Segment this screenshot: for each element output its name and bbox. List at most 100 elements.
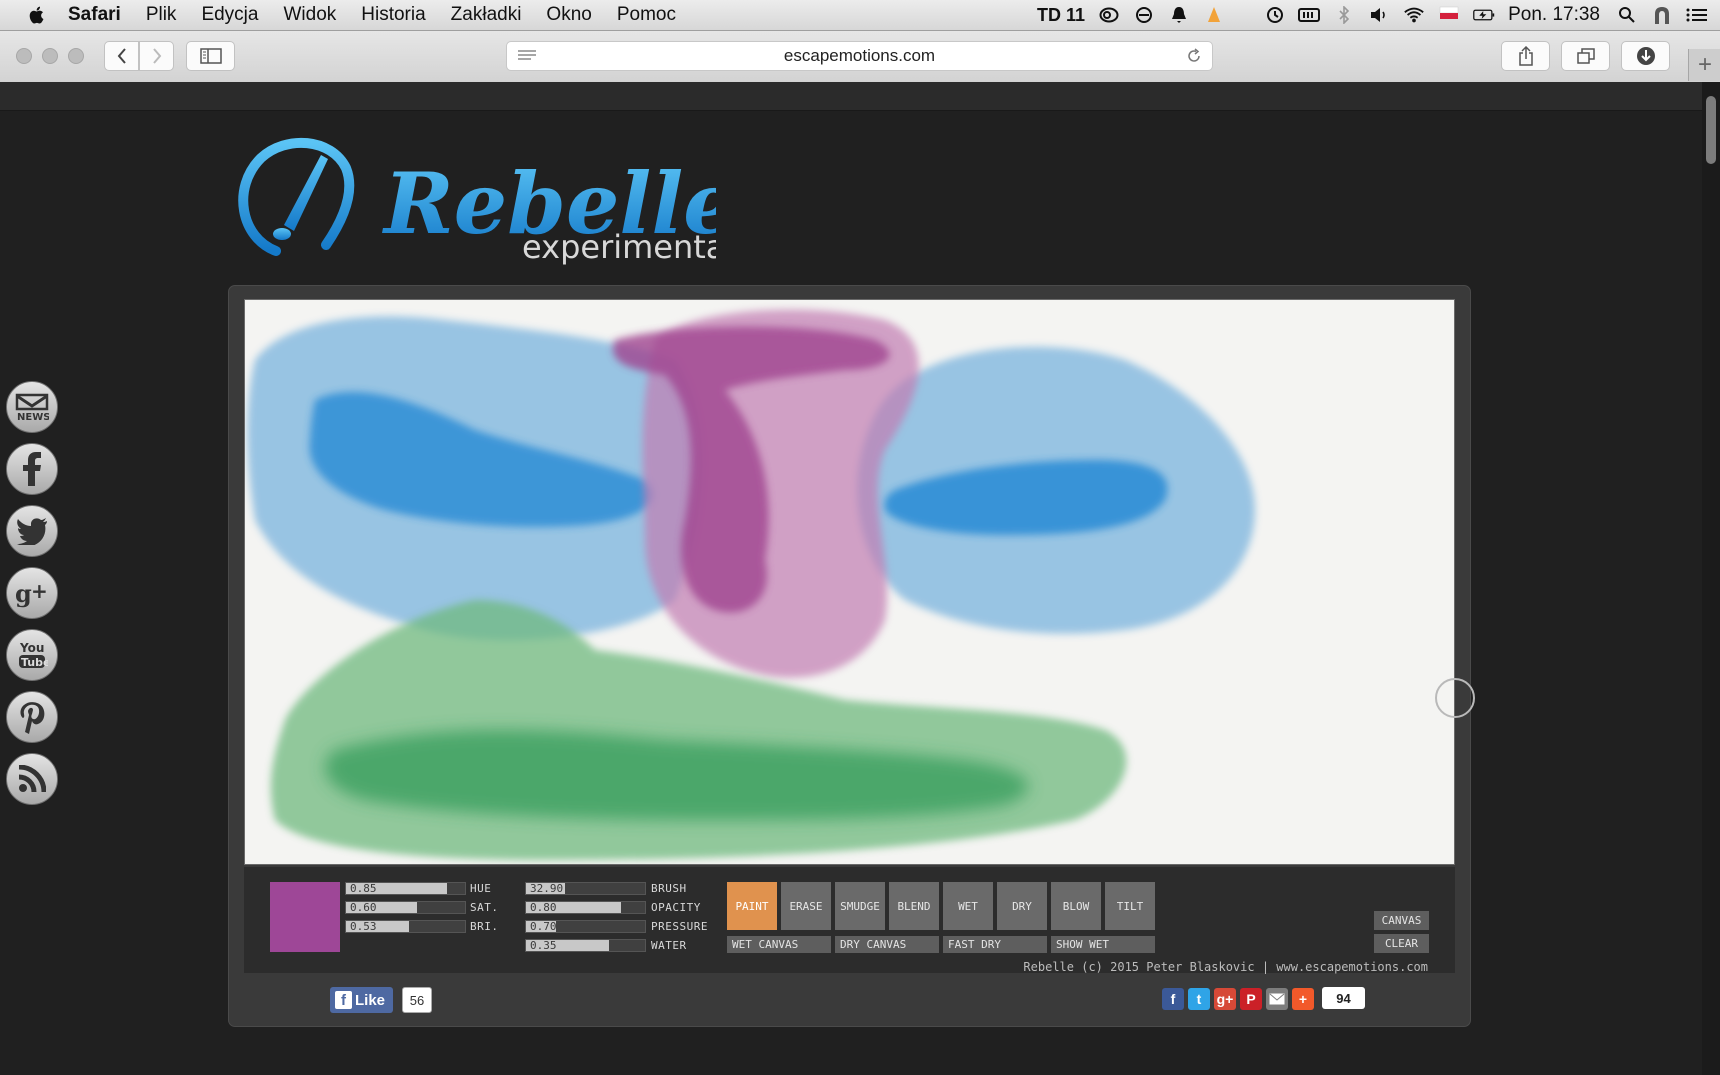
- twitter-icon[interactable]: [6, 505, 58, 557]
- tabs-overview-icon: [1576, 48, 1595, 64]
- scrollbar-thumb[interactable]: [1706, 96, 1716, 164]
- menu-file[interactable]: Plik: [146, 4, 177, 26]
- opacity-slider[interactable]: 0.80: [525, 901, 646, 914]
- hue-value: 0.85: [350, 882, 377, 895]
- brush-size-slider[interactable]: 32.90: [525, 882, 646, 895]
- pressure-label: PRESSURE: [651, 920, 708, 933]
- google-plus-icon[interactable]: g +: [6, 567, 58, 619]
- spotlight-search-icon[interactable]: [1616, 5, 1638, 25]
- menu-help[interactable]: Pomoc: [617, 4, 676, 26]
- chevron-left-icon: [117, 48, 126, 64]
- share-more-icon[interactable]: +: [1292, 988, 1314, 1010]
- battery-icon[interactable]: [1473, 5, 1495, 25]
- share-google-plus-icon[interactable]: g+: [1214, 988, 1236, 1010]
- menu-clock[interactable]: Pon. 17:38: [1508, 4, 1600, 26]
- color-swatch[interactable]: [270, 882, 340, 952]
- pressure-slider[interactable]: 0.70: [525, 920, 646, 933]
- dry-mode-button[interactable]: DRY: [997, 882, 1047, 930]
- copyright-credit: Rebelle (c) 2015 Peter Blaskovic | www.e…: [1023, 960, 1428, 974]
- new-tab-button[interactable]: +: [1688, 49, 1720, 81]
- blow-mode-button[interactable]: BLOW: [1051, 882, 1101, 930]
- reader-view-icon[interactable]: [517, 49, 537, 63]
- saturation-slider[interactable]: 0.60: [345, 901, 466, 914]
- logo-subtitle: experimental: [522, 228, 716, 265]
- facebook-icon[interactable]: [6, 443, 58, 495]
- share-pinterest-icon[interactable]: P: [1240, 988, 1262, 1010]
- chevron-right-icon: [152, 48, 161, 64]
- svg-text:You: You: [19, 641, 44, 655]
- menu-bookmarks[interactable]: Zakładki: [451, 4, 522, 26]
- notification-center-icon[interactable]: [1686, 5, 1708, 25]
- smudge-mode-button[interactable]: SMUDGE: [835, 882, 885, 930]
- share-facebook-icon[interactable]: f: [1162, 988, 1184, 1010]
- facebook-f-icon: f: [335, 991, 352, 1009]
- blend-mode-button[interactable]: BLEND: [889, 882, 939, 930]
- brush-size-value: 32.90: [530, 882, 564, 895]
- show-wet-button[interactable]: SHOW WET: [1051, 936, 1155, 953]
- minimize-window-button[interactable]: [42, 48, 58, 64]
- download-icon: [1636, 47, 1655, 65]
- notification-bell-icon[interactable]: [1168, 5, 1190, 25]
- news-icon[interactable]: NEWS: [6, 381, 58, 433]
- sidebar-icon: [199, 48, 222, 64]
- user-icon[interactable]: [1651, 5, 1673, 25]
- show-tabs-button[interactable]: [1561, 41, 1610, 71]
- address-bar[interactable]: escapemotions.com: [506, 41, 1213, 71]
- like-label: Like: [354, 991, 385, 1009]
- forward-button[interactable]: [139, 41, 174, 71]
- rebelle-logo[interactable]: Rebelle experimental: [236, 133, 737, 266]
- reload-icon[interactable]: [1186, 48, 1202, 64]
- share-button[interactable]: [1501, 41, 1550, 71]
- downloads-button[interactable]: [1621, 41, 1670, 71]
- back-button[interactable]: [104, 41, 139, 71]
- share-email-icon[interactable]: [1266, 988, 1288, 1010]
- svg-text:Tube: Tube: [21, 656, 48, 669]
- zoom-window-button[interactable]: [68, 48, 84, 64]
- brightness-slider[interactable]: 0.53: [345, 920, 466, 933]
- social-sidebar: NEWS g + You Tube: [6, 381, 58, 815]
- painting-canvas[interactable]: [244, 299, 1455, 865]
- volume-icon[interactable]: [1368, 5, 1390, 25]
- pressure-value: 0.70: [530, 920, 557, 933]
- close-window-button[interactable]: [16, 48, 32, 64]
- bluetooth-icon[interactable]: [1333, 5, 1355, 25]
- menu-window[interactable]: Okno: [546, 4, 591, 26]
- facebook-like-button[interactable]: f Like: [330, 987, 393, 1013]
- paint-mode-button[interactable]: PAINT: [727, 882, 777, 930]
- wifi-icon[interactable]: [1403, 5, 1425, 25]
- erase-mode-button[interactable]: ERASE: [781, 882, 831, 930]
- memory-icon[interactable]: [1298, 5, 1321, 25]
- opacity-value: 0.80: [530, 901, 557, 914]
- apple-icon[interactable]: [26, 4, 48, 26]
- canvas-settings-button[interactable]: CANVAS: [1374, 911, 1429, 930]
- menu-app-safari[interactable]: Safari: [68, 4, 121, 26]
- youtube-icon[interactable]: You Tube: [6, 629, 58, 681]
- share-twitter-icon[interactable]: t: [1188, 988, 1210, 1010]
- menu-edit[interactable]: Edycja: [201, 4, 258, 26]
- canvas-rotate-handle[interactable]: [1435, 678, 1475, 718]
- sync-icon[interactable]: [1133, 5, 1155, 25]
- svg-text:NEWS: NEWS: [17, 412, 49, 422]
- menu-history[interactable]: Historia: [361, 4, 425, 26]
- wet-mode-button[interactable]: WET: [943, 882, 993, 930]
- tilt-mode-button[interactable]: TILT: [1105, 882, 1155, 930]
- td-status[interactable]: TD 11: [1037, 5, 1085, 26]
- menu-view[interactable]: Widok: [283, 4, 336, 26]
- vlc-icon[interactable]: [1203, 5, 1225, 25]
- dry-canvas-button[interactable]: DRY CANVAS: [835, 936, 939, 953]
- wet-canvas-button[interactable]: WET CANVAS: [727, 936, 831, 953]
- water-slider[interactable]: 0.35: [525, 939, 646, 952]
- brush-size-label: BRUSH: [651, 882, 687, 895]
- scrollbar-track[interactable]: [1702, 82, 1720, 1075]
- opacity-label: OPACITY: [651, 901, 701, 914]
- sidebar-toggle-button[interactable]: [186, 41, 235, 71]
- fast-dry-button[interactable]: FAST DRY: [943, 936, 1047, 953]
- time-machine-icon[interactable]: [1263, 5, 1285, 25]
- clear-canvas-button[interactable]: CLEAR: [1374, 934, 1429, 953]
- rss-icon[interactable]: [6, 753, 58, 805]
- share-icon: [1518, 46, 1533, 66]
- pinterest-icon[interactable]: [6, 691, 58, 743]
- creative-cloud-icon[interactable]: [1098, 5, 1120, 25]
- hue-slider[interactable]: 0.85: [345, 882, 466, 895]
- input-source-flag-icon[interactable]: [1438, 5, 1460, 25]
